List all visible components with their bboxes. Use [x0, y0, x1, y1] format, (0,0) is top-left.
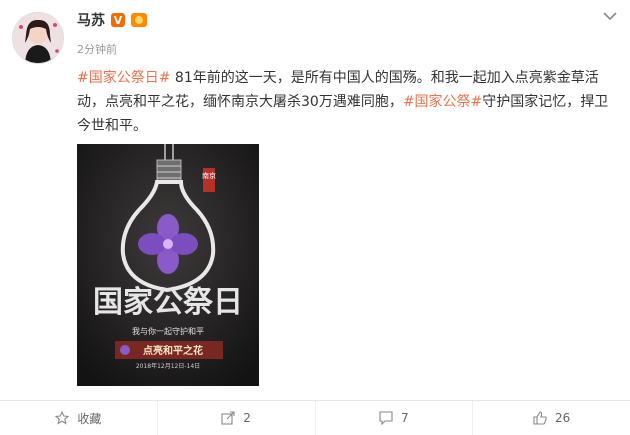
username[interactable]: 马苏: [77, 10, 105, 30]
avatar[interactable]: [12, 12, 64, 64]
hashtag-link[interactable]: #国家公祭日#: [77, 70, 170, 86]
hashtag-link[interactable]: #国家公祭#: [403, 94, 482, 110]
poster-illustration: 南京 国家公祭日 我与你一起守护和平 点亮和平之花 2018年12月12日-14…: [77, 144, 259, 386]
avatar-image: [13, 13, 63, 63]
action-bar: 收藏 2 7 26: [0, 400, 630, 435]
star-icon: [55, 411, 70, 425]
post-text: #国家公祭日# 81年前的这一天，是所有中国人的国殇。和我一起加入点亮紫金草活动…: [77, 66, 617, 138]
thumbs-up-icon: [533, 411, 547, 425]
poster-subtitle: 我与你一起守护和平: [132, 326, 204, 336]
like-button[interactable]: 26: [473, 401, 630, 435]
repost-icon: [221, 411, 235, 425]
comment-button[interactable]: 7: [316, 401, 474, 435]
favorite-label: 收藏: [77, 411, 102, 426]
repost-button[interactable]: 2: [158, 401, 316, 435]
user-header: 马苏 V: [77, 10, 147, 30]
post-image[interactable]: 南京 国家公祭日 我与你一起守护和平 点亮和平之花 2018年12月12日-14…: [77, 144, 259, 386]
repost-count: 2: [243, 411, 251, 425]
post-time[interactable]: 2分钟前: [77, 41, 117, 57]
weibo-post-card: 马苏 V 2分钟前 #国家公祭日# 81年前的这一天，是所有中国人的国殇。和我一…: [0, 0, 630, 435]
member-badge-icon[interactable]: [131, 13, 147, 27]
poster-title: 国家公祭日: [93, 285, 243, 320]
poster-side-label: 南京: [202, 171, 216, 180]
poster-date: 2018年12月12日-14日: [136, 362, 200, 370]
verified-badge-icon[interactable]: V: [111, 13, 125, 27]
comment-count: 7: [401, 411, 409, 425]
chevron-down-icon[interactable]: [602, 10, 618, 22]
poster-banner: 点亮和平之花: [143, 344, 203, 357]
comment-icon: [379, 411, 393, 425]
like-count: 26: [554, 411, 571, 425]
favorite-button[interactable]: 收藏: [0, 401, 158, 435]
